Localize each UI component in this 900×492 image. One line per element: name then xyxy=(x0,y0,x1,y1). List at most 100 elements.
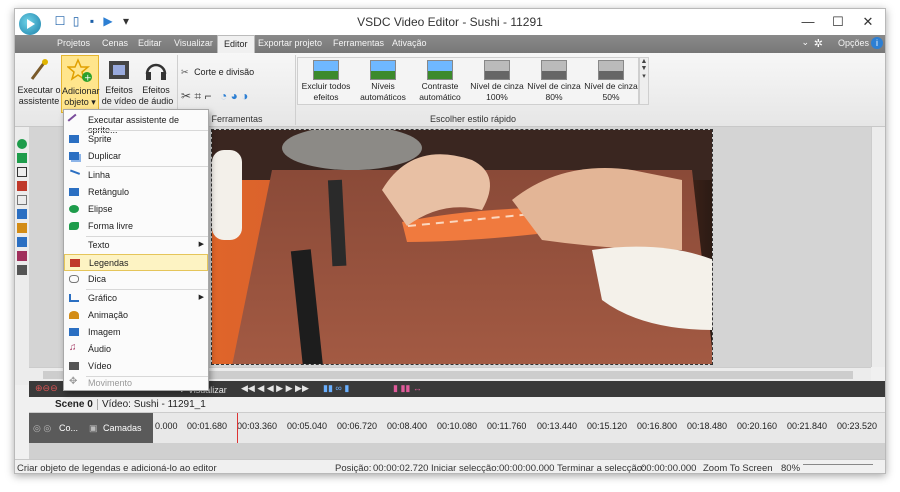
menu-editor[interactable]: Editor xyxy=(217,35,255,53)
menu-item-hint[interactable]: Dica xyxy=(64,271,208,288)
video-tool-icon[interactable] xyxy=(17,265,27,275)
cut-icon: ✂ xyxy=(181,67,189,77)
zoom-slider[interactable] xyxy=(803,464,873,472)
title-bar: ☐ ▯ ▪ ▶ ▾ VSDC Video Editor - Sushi - 11… xyxy=(15,9,885,35)
add-object-menu: Executar assistente de sprite... Sprite … xyxy=(63,109,209,391)
menu-item-line[interactable]: Linha xyxy=(64,167,208,184)
playback-controls-icon[interactable]: ◀◀ ◀ ◀ ▶ ▶ ▶▶ xyxy=(241,383,309,394)
zoom-in-icon[interactable]: ⊕⊖⊖ xyxy=(35,383,58,394)
audio-effects-button[interactable]: Efeitos de áudio ▾ xyxy=(137,55,175,117)
animation-tool-icon[interactable] xyxy=(17,223,27,233)
subtitles-tool-icon[interactable] xyxy=(17,181,27,191)
crop-tools-icon[interactable]: ✂ ⌗ ⌐ xyxy=(181,89,212,103)
menu-item-sprite-wizard[interactable]: Executar assistente de sprite... xyxy=(64,112,208,135)
menu-item-image[interactable]: Imagem xyxy=(64,324,208,341)
menu-item-subtitles[interactable]: Legendas xyxy=(64,254,208,271)
ruler-tick: 00:13.440 xyxy=(537,421,578,431)
menu-ativacao[interactable]: Ativação xyxy=(392,38,427,48)
menu-item-chart[interactable]: Gráfico ▶ xyxy=(64,290,208,307)
hint-tool-icon[interactable] xyxy=(17,195,27,205)
ellipse-tool-icon[interactable] xyxy=(17,139,27,149)
app-window: ☐ ▯ ▪ ▶ ▾ VSDC Video Editor - Sushi - 11… xyxy=(14,8,886,474)
menu-projetos[interactable]: Projetos xyxy=(57,38,90,48)
close-button[interactable]: ✕ xyxy=(853,13,883,31)
ruler-tick: 00:18.480 xyxy=(687,421,728,431)
tab-video-sushi[interactable]: Vídeo: Sushi - 11291_1 xyxy=(97,399,206,410)
chart-tool-icon[interactable] xyxy=(17,209,27,219)
rotate-icon[interactable]: ◔ ◕ ◑ xyxy=(220,89,248,103)
ruler-tick: 00:05.040 xyxy=(287,421,328,431)
ribbon-collapse-icon[interactable]: ⌄ xyxy=(801,37,809,48)
menu-exportar-projeto[interactable]: Exportar projeto xyxy=(258,38,322,48)
track-name[interactable]: Co... xyxy=(59,423,78,433)
timeline-scrollbar[interactable] xyxy=(29,443,885,459)
freeform-tool-icon[interactable] xyxy=(17,153,27,163)
video-frame[interactable] xyxy=(211,129,713,365)
menu-visualizar[interactable]: Visualizar xyxy=(174,38,213,48)
style-thumbnail-icon xyxy=(370,60,396,80)
video-effects-button[interactable]: Efeitos de vídeo ▾ xyxy=(101,55,137,117)
zoom-to-screen-button[interactable]: Zoom To Screen xyxy=(703,463,773,473)
run-wizard-button[interactable]: Executar o assistente xyxy=(17,55,61,113)
quick-style-scroll[interactable]: ▲ ▼ ▾ xyxy=(639,57,649,105)
image-tool-icon[interactable] xyxy=(17,237,27,247)
add-object-button[interactable]: + Adicionar objeto ▾ xyxy=(61,55,100,113)
menu-item-audio[interactable]: ♫ Áudio xyxy=(64,341,208,358)
timeline: ◎ ◎ Co... ▣ Camadas 0.000 00:01.680 00:0… xyxy=(29,413,885,443)
menu-item-animation[interactable]: Animação xyxy=(64,307,208,324)
position-value: 00:00:02.720 xyxy=(373,463,429,474)
selection-start-label: Iniciar selecção: xyxy=(431,463,500,474)
text-tool-icon[interactable] xyxy=(17,167,27,177)
ruler-tick: 00:11.760 xyxy=(487,421,527,431)
quick-style-gray-100[interactable]: Nível de cinza 100% xyxy=(469,60,525,103)
ruler-tick: 00:10.080 xyxy=(437,421,478,431)
audio-icon: ♫ xyxy=(69,342,77,353)
ruler-tick: 00:08.400 xyxy=(387,421,428,431)
options-button[interactable]: Opções xyxy=(838,38,869,48)
menu-item-movement: ✥ Movimento xyxy=(69,376,133,388)
menu-cenas[interactable]: Cenas xyxy=(102,38,128,48)
track-lock-icon[interactable]: ▣ xyxy=(89,423,98,434)
minimize-button[interactable]: — xyxy=(793,13,823,31)
menu-item-sprite[interactable]: Sprite xyxy=(64,131,208,148)
scene-tabs: Scene 0 Vídeo: Sushi - 11291_1 xyxy=(29,397,885,413)
wand-icon xyxy=(30,59,48,80)
menu-item-ellipse[interactable]: Elipse xyxy=(64,201,208,218)
add-object-icon: + xyxy=(67,58,92,84)
wand-icon xyxy=(67,113,81,127)
movement-icon: ✥ xyxy=(69,376,78,387)
menu-item-duplicate[interactable]: Duplicar xyxy=(64,148,208,165)
menu-item-freeform[interactable]: Forma livre xyxy=(64,218,208,235)
help-icon[interactable]: i xyxy=(871,37,883,49)
style-thumbnail-icon xyxy=(598,60,624,80)
quick-style-auto-levels[interactable]: Níveis automáticos xyxy=(355,60,411,103)
markers-icon[interactable]: ▮▮ ∞ ▮ xyxy=(323,383,349,394)
menu-bar: Projetos Cenas Editar Visualizar Editor … xyxy=(15,35,885,53)
quick-style-gray-50[interactable]: Nível de cinza 50% xyxy=(583,60,639,103)
cut-split-button[interactable]: ✂ Corte e divisão xyxy=(181,67,254,78)
quick-style-auto-contrast[interactable]: Contraste automático xyxy=(412,60,468,103)
audio-tool-icon[interactable] xyxy=(17,251,27,261)
gear-icon[interactable]: ✲ xyxy=(814,37,823,50)
selection-end-value: 00:00:00.000 xyxy=(641,463,697,474)
canvas-vertical-scrollbar[interactable] xyxy=(871,127,885,367)
ruler-tick: 00:16.800 xyxy=(637,421,678,431)
timeline-ruler[interactable]: 0.000 00:01.680 00:03.360 00:05.040 00:0… xyxy=(153,413,885,443)
animation-icon xyxy=(69,311,79,319)
sprite-icon xyxy=(69,135,79,143)
quick-style-gray-80[interactable]: Nível de cinza 80% xyxy=(526,60,582,103)
quick-style-remove-effects[interactable]: Excluir todos efeitos xyxy=(298,60,354,103)
menu-ferramentas[interactable]: Ferramentas xyxy=(333,38,384,48)
video-icon xyxy=(69,362,79,370)
tab-scene-0[interactable]: Scene 0 xyxy=(55,399,93,410)
selection-tools-icon[interactable]: ▮ ▮▮ ↔ xyxy=(393,383,422,394)
selection-start-value: 00:00:00.000 xyxy=(499,463,555,474)
menu-item-text[interactable]: Texto ▶ xyxy=(64,237,208,254)
maximize-button[interactable]: ☐ xyxy=(823,13,853,31)
menu-editar[interactable]: Editar xyxy=(138,38,162,48)
track-visibility-icon[interactable]: ◎ ◎ xyxy=(33,423,51,434)
style-thumbnail-icon xyxy=(313,60,339,80)
svg-text:+: + xyxy=(84,74,92,84)
menu-item-rectangle[interactable]: Retângulo xyxy=(64,184,208,201)
menu-item-video[interactable]: Vídeo xyxy=(64,358,208,375)
